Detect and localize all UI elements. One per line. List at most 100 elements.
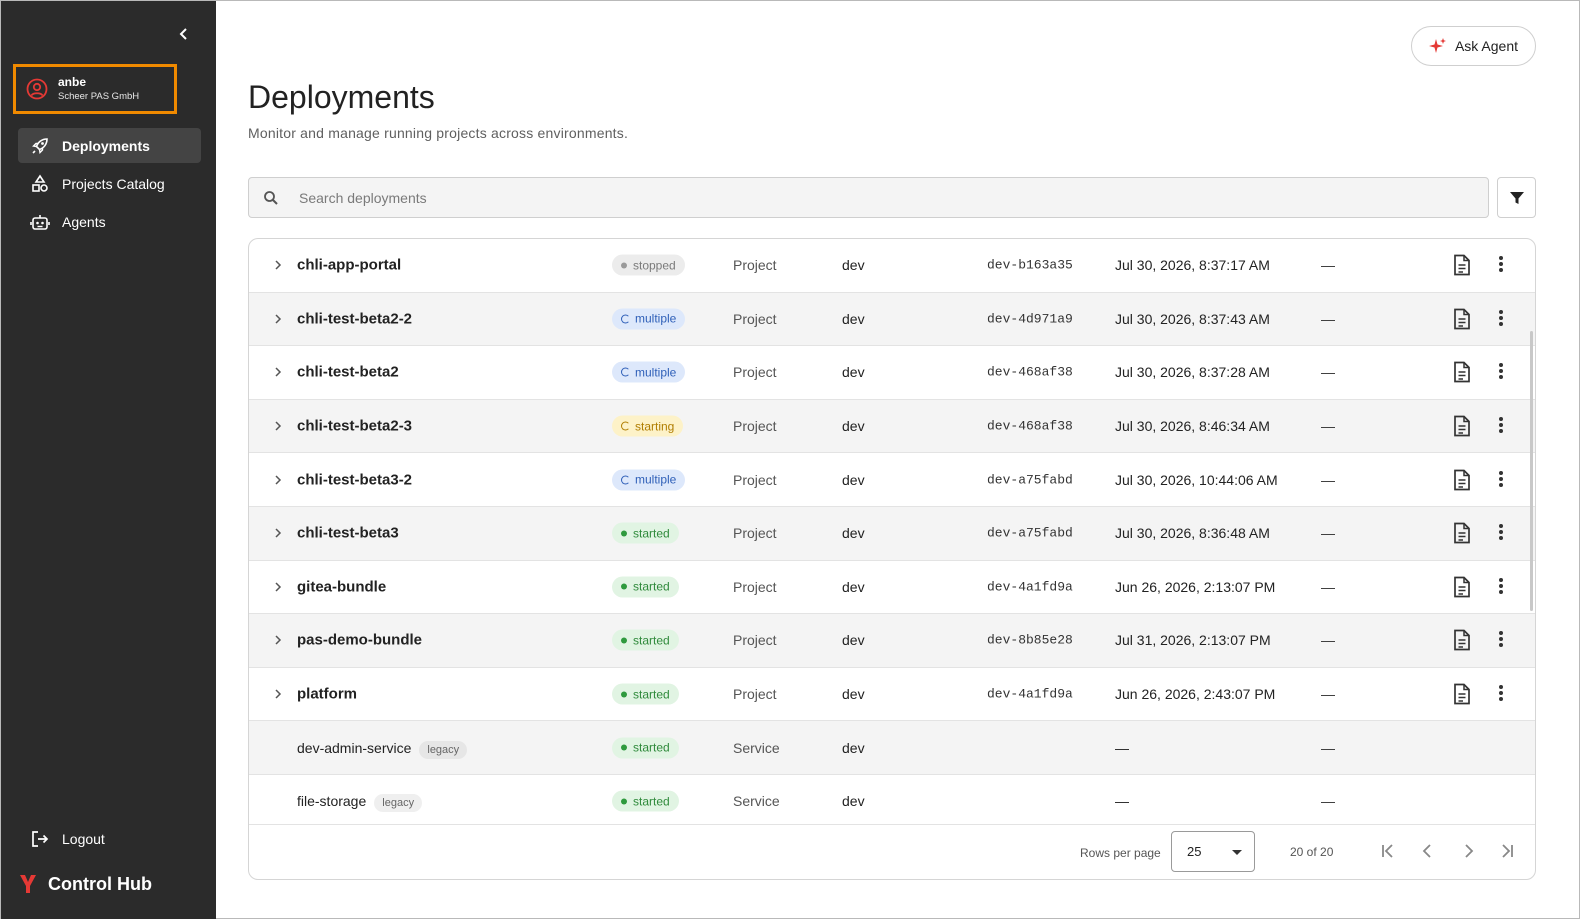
type-cell: Project: [733, 364, 777, 381]
table-row[interactable]: chli-test-beta2-2 multiple Project dev dev-4…: [249, 292, 1535, 347]
more-actions-button[interactable]: [1495, 470, 1507, 490]
status-label: started: [633, 526, 670, 541]
deployment-name: chli-app-portal: [297, 256, 402, 274]
collapse-sidebar-button[interactable]: [173, 23, 195, 45]
table-body: chli-app-portal stopped Project dev dev-b163…: [249, 239, 1535, 824]
filter-button[interactable]: [1497, 177, 1536, 218]
status-dot-icon: [621, 262, 627, 269]
user-organization: Scheer PAS GmbH: [58, 91, 140, 102]
more-vertical-icon: [1499, 363, 1503, 380]
type-cell: Project: [733, 310, 777, 327]
sidebar-item-projects-catalog[interactable]: Projects Catalog: [18, 166, 201, 201]
logout-button[interactable]: Logout: [30, 829, 105, 849]
chevron-right-icon: [275, 314, 282, 324]
view-logs-button[interactable]: [1452, 308, 1472, 330]
deployment-name: platform: [297, 685, 357, 703]
table-row[interactable]: file-storage legacy started Service dev — —: [249, 775, 1535, 824]
more-actions-button[interactable]: [1495, 684, 1507, 704]
sidebar-item-agents[interactable]: Agents: [18, 204, 201, 239]
user-account[interactable]: anbe Scheer PAS GmbH: [13, 64, 177, 114]
expand-row-button[interactable]: [271, 580, 285, 594]
table-row[interactable]: chli-test-beta3-2 multiple Project dev dev-a…: [249, 453, 1535, 507]
extra-cell: —: [1321, 310, 1335, 327]
expand-row-button[interactable]: [271, 365, 285, 379]
more-actions-button[interactable]: [1495, 523, 1507, 543]
table-row[interactable]: chli-app-portal stopped Project dev dev-b163…: [249, 239, 1535, 293]
rows-per-page-select[interactable]: 25: [1171, 831, 1255, 872]
view-logs-button[interactable]: [1452, 683, 1472, 705]
expand-row-button[interactable]: [271, 473, 285, 487]
ask-agent-button[interactable]: Ask Agent: [1411, 26, 1536, 66]
next-page-button[interactable]: [1458, 841, 1478, 861]
expand-row-button[interactable]: [271, 419, 285, 433]
expand-row-button[interactable]: [271, 258, 285, 272]
table-row[interactable]: platform started Project dev dev-4a1fd9a Jun …: [249, 668, 1535, 722]
type-cell: Project: [733, 257, 777, 274]
view-logs-button[interactable]: [1452, 361, 1472, 383]
deployment-name-cell: chli-app-portal: [297, 257, 401, 274]
more-actions-button[interactable]: [1495, 630, 1507, 650]
first-page-button[interactable]: [1378, 841, 1398, 861]
previous-page-button[interactable]: [1418, 841, 1438, 861]
table-row[interactable]: gitea-bundle started Project dev dev-4a1fd9a…: [249, 561, 1535, 615]
table-row[interactable]: pas-demo-bundle started Project dev dev-8b85…: [249, 614, 1535, 668]
deployed-date-cell: Jun 26, 2026, 2:13:07 PM: [1115, 578, 1276, 595]
document-icon: [1454, 576, 1470, 598]
status-label: started: [633, 794, 670, 809]
more-vertical-icon: [1499, 577, 1503, 594]
table-scrollbar[interactable]: [1530, 331, 1533, 611]
deployed-date-cell: —: [1115, 793, 1129, 810]
more-actions-button[interactable]: [1495, 416, 1507, 436]
document-icon: [1454, 469, 1470, 491]
last-page-button[interactable]: [1497, 841, 1517, 861]
more-vertical-icon: [1499, 417, 1503, 434]
chevron-right-icon: [275, 689, 282, 699]
brand-name: Control Hub: [48, 873, 152, 894]
version-hash-cell: dev-8b85e28: [987, 632, 1073, 648]
table-row[interactable]: dev-admin-service legacy started Service dev…: [249, 721, 1535, 775]
more-vertical-icon: [1499, 256, 1503, 273]
deployment-name-cell: chli-test-beta2-3: [297, 418, 412, 435]
status-badge: started: [612, 629, 679, 651]
extra-cell: —: [1321, 578, 1335, 595]
search-input[interactable]: [299, 189, 1449, 206]
more-actions-button[interactable]: [1495, 255, 1507, 275]
status-label: starting: [635, 419, 675, 434]
sidebar-item-label: Projects Catalog: [62, 175, 165, 192]
expand-row-button[interactable]: [271, 526, 285, 540]
deployed-date-cell: Jul 30, 2026, 8:37:28 AM: [1115, 364, 1270, 381]
view-logs-button[interactable]: [1452, 629, 1472, 651]
document-icon: [1454, 254, 1470, 276]
deployment-name-cell: chli-test-beta2: [297, 364, 399, 381]
expand-row-button[interactable]: [271, 687, 285, 701]
deployment-name: gitea-bundle: [297, 578, 387, 596]
view-logs-button[interactable]: [1452, 415, 1472, 437]
view-logs-button[interactable]: [1452, 254, 1472, 276]
status-badge: starting: [612, 415, 684, 437]
environment-cell: dev: [842, 364, 865, 381]
view-logs-button[interactable]: [1452, 522, 1472, 544]
table-row[interactable]: chli-test-beta2-3 starting Project dev dev-4…: [249, 399, 1535, 454]
table-row[interactable]: chli-test-beta2 multiple Project dev dev-468…: [249, 346, 1535, 400]
extra-cell: —: [1321, 471, 1335, 488]
environment-cell: dev: [842, 310, 865, 327]
rows-per-page-value: 25: [1187, 844, 1202, 859]
sparkle-icon: [1428, 37, 1447, 55]
status-label: started: [633, 740, 670, 755]
expand-row-button[interactable]: [271, 633, 285, 647]
table-row[interactable]: chli-test-beta3 started Project dev dev-a75f…: [249, 506, 1535, 561]
status-label: multiple: [635, 472, 677, 487]
spinner-icon: [621, 367, 630, 377]
more-actions-button[interactable]: [1495, 362, 1507, 382]
status-label: started: [633, 579, 670, 594]
view-logs-button[interactable]: [1452, 576, 1472, 598]
sidebar-item-deployments[interactable]: Deployments: [18, 128, 201, 163]
more-actions-button[interactable]: [1495, 577, 1507, 597]
view-logs-button[interactable]: [1452, 469, 1472, 491]
more-vertical-icon: [1499, 470, 1503, 487]
spinner-icon: [621, 314, 630, 324]
expand-row-button[interactable]: [271, 312, 285, 326]
more-actions-button[interactable]: [1495, 309, 1507, 329]
version-hash-cell: dev-4d971a9: [987, 311, 1073, 327]
page-title: Deployments: [248, 79, 435, 115]
